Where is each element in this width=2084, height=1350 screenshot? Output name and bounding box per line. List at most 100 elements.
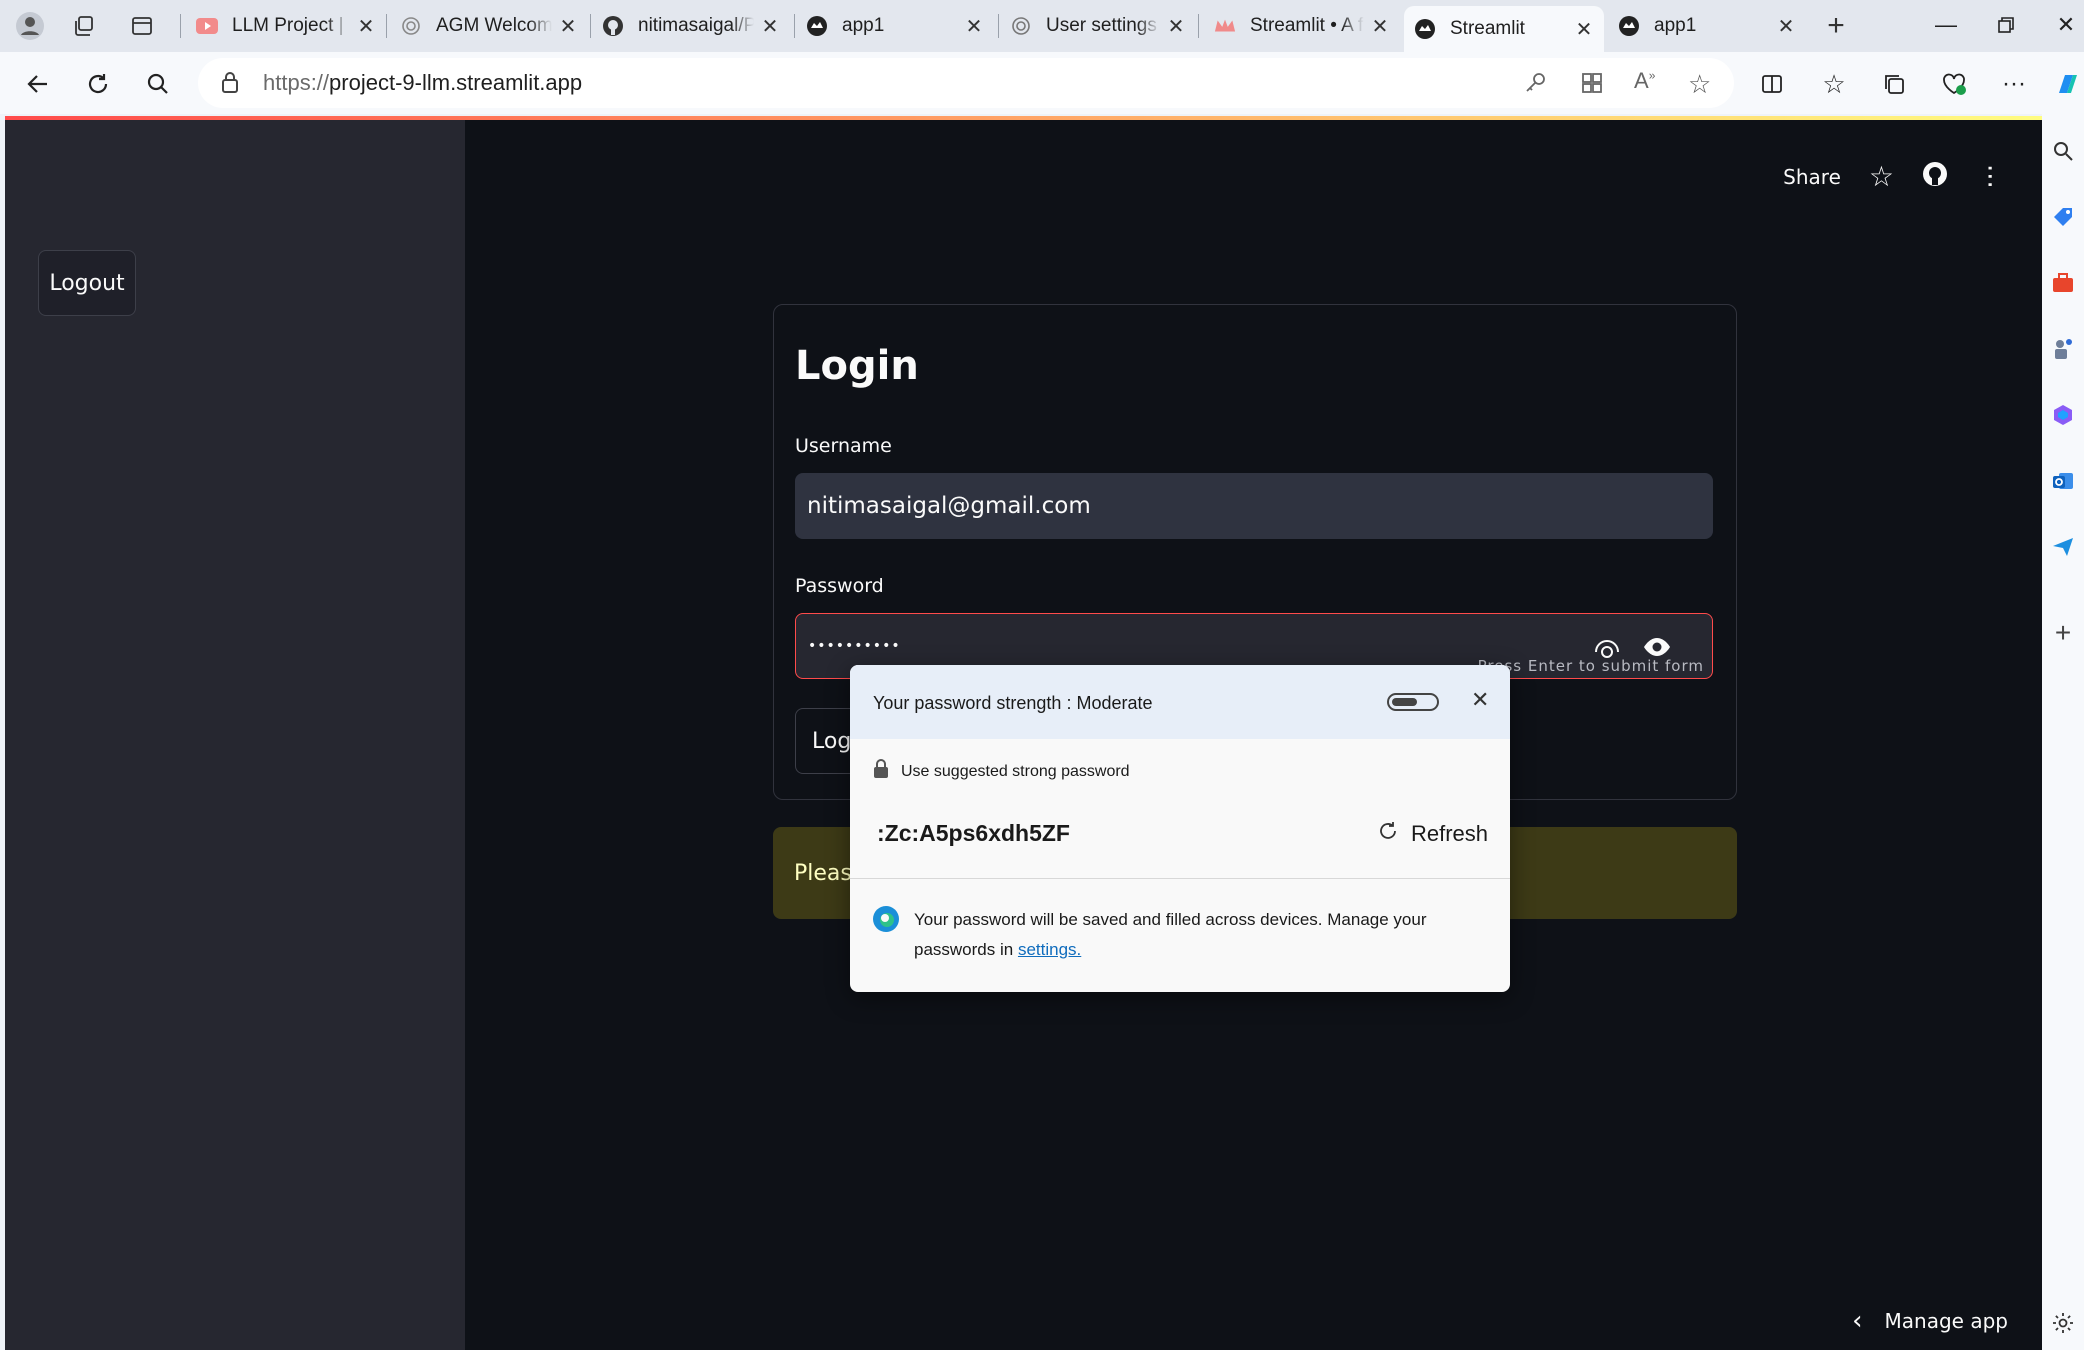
tab-app1-second[interactable]: app1 ✕ xyxy=(1608,6,1806,46)
browser-essentials-icon[interactable] xyxy=(1936,66,1972,102)
strength-meter-fill xyxy=(1392,698,1418,706)
manage-app-label: Manage app xyxy=(1884,1309,2008,1333)
refresh-label: Refresh xyxy=(1410,821,1488,846)
username-label: Username xyxy=(795,435,892,457)
github-icon xyxy=(602,15,624,37)
openai-icon xyxy=(400,15,422,37)
tab-github-repo[interactable]: nitimasaigal/Pro ✕ xyxy=(592,6,790,46)
url-text: https://project-9-llm.streamlit.app xyxy=(263,70,582,96)
tab-title: nitimasaigal/Pro xyxy=(638,15,754,36)
back-icon[interactable] xyxy=(20,66,56,102)
close-tab-icon[interactable]: ✕ xyxy=(1166,14,1186,39)
new-tab-icon[interactable]: + xyxy=(1820,9,1852,42)
shopping-tag-icon[interactable] xyxy=(2050,204,2076,230)
copilot-icon[interactable] xyxy=(2050,66,2084,102)
favorites-icon[interactable]: ☆ xyxy=(1816,66,1852,102)
tab-title: User settings - xyxy=(1046,15,1160,36)
login-title: Login xyxy=(795,343,919,389)
close-tab-icon[interactable]: ✕ xyxy=(760,14,780,39)
search-icon[interactable] xyxy=(2050,138,2076,164)
tab-title: Streamlit xyxy=(1450,18,1525,39)
add-sidebar-app-icon[interactable]: + xyxy=(2050,617,2076,648)
outlook-icon[interactable] xyxy=(2050,468,2076,494)
password-label: Password xyxy=(795,575,884,597)
star-icon[interactable]: ☆ xyxy=(1869,160,1894,193)
tab-title: app1 xyxy=(1654,15,1697,36)
press-enter-hint: Press Enter to submit form xyxy=(1477,657,1704,675)
tab-app1[interactable]: app1 ✕ xyxy=(796,6,994,46)
close-window-icon[interactable]: ✕ xyxy=(2046,8,2084,42)
workspaces-icon[interactable] xyxy=(68,10,100,42)
sidebar-settings-icon[interactable] xyxy=(2050,1310,2076,1336)
tab-title: Streamlit • A fa xyxy=(1250,15,1364,36)
password-strength-meter xyxy=(1387,693,1439,711)
close-tab-icon[interactable]: ✕ xyxy=(1776,14,1796,39)
sync-info-text: Your password will be saved and filled a… xyxy=(914,905,1494,965)
popup-divider xyxy=(850,878,1510,879)
split-screen-icon[interactable] xyxy=(1754,66,1790,102)
streamlit-sidebar: Logout xyxy=(5,120,465,1350)
tab-title: AGM Welcome xyxy=(436,15,552,36)
close-tab-icon[interactable]: ✕ xyxy=(1574,17,1594,42)
profile-icon[interactable] xyxy=(14,10,46,42)
tools-briefcase-icon[interactable] xyxy=(2050,270,2076,296)
popup-header: Your password strength : Moderate ✕ xyxy=(850,665,1510,739)
close-tab-icon[interactable]: ✕ xyxy=(964,14,984,39)
use-suggested-password[interactable]: Use suggested strong password xyxy=(873,759,1130,784)
collections-icon[interactable] xyxy=(1876,66,1912,102)
manage-app-button[interactable]: ‹ Manage app xyxy=(1852,1306,2008,1336)
tab-agm-welcome[interactable]: AGM Welcome ✕ xyxy=(390,6,588,46)
search-icon[interactable] xyxy=(140,66,176,102)
sync-info-message: Your password will be saved and filled a… xyxy=(914,910,1427,959)
address-bar[interactable]: https://project-9-llm.streamlit.app A» ☆ xyxy=(198,58,1734,108)
username-input[interactable]: nitimasaigal@gmail.com xyxy=(795,473,1713,539)
lock-icon[interactable] xyxy=(220,70,240,99)
suggested-password-value[interactable]: :Zc:A5ps6xdh5ZF xyxy=(877,820,1070,847)
openai-icon xyxy=(1010,15,1032,37)
close-tab-icon[interactable]: ✕ xyxy=(558,14,578,39)
close-tab-icon[interactable]: ✕ xyxy=(356,14,376,39)
url-host: project-9-llm.streamlit.app xyxy=(329,70,583,95)
tab-title: app1 xyxy=(842,15,885,36)
youtube-icon xyxy=(196,15,218,37)
close-tab-icon[interactable]: ✕ xyxy=(1370,14,1390,39)
app-header-actions: Share ☆ ··· xyxy=(1783,160,2004,193)
edge-logo-icon xyxy=(872,905,900,933)
tab-llm-project[interactable]: LLM Project | En ✕ xyxy=(186,6,386,46)
apps-icon[interactable] xyxy=(1580,71,1604,100)
refresh-icon[interactable] xyxy=(80,66,116,102)
chevron-left-icon: ‹ xyxy=(1852,1306,1863,1336)
settings-link[interactable]: settings. xyxy=(1018,940,1081,959)
more-options-icon[interactable]: ··· xyxy=(1996,66,2032,102)
browser-tab-strip: LLM Project | En ✕ AGM Welcome ✕ nitimas… xyxy=(0,0,2084,52)
close-popup-icon[interactable]: ✕ xyxy=(1471,687,1489,713)
key-icon[interactable] xyxy=(1524,71,1548,100)
github-icon[interactable] xyxy=(1922,161,1948,192)
favorite-star-icon[interactable]: ☆ xyxy=(1688,69,1711,100)
tab-streamlit-active[interactable]: Streamlit ✕ xyxy=(1404,6,1604,52)
url-protocol: https:// xyxy=(263,70,330,95)
edge-sidebar: + xyxy=(2042,114,2084,1350)
microsoft-365-icon[interactable] xyxy=(2050,402,2076,428)
refresh-password-button[interactable]: Refresh xyxy=(1377,820,1488,848)
streamlit-icon xyxy=(1414,18,1436,40)
logout-button[interactable]: Logout xyxy=(38,250,136,316)
tab-title: LLM Project | En xyxy=(232,15,350,36)
games-chess-icon[interactable] xyxy=(2050,336,2076,362)
password-strength-text: Your password strength : Moderate xyxy=(873,693,1153,713)
use-suggested-password-label: Use suggested strong password xyxy=(901,762,1130,780)
restore-icon[interactable] xyxy=(1986,8,2026,42)
password-value: •••••••••• xyxy=(808,638,901,654)
tab-user-settings[interactable]: User settings - ✕ xyxy=(1000,6,1196,46)
read-aloud-icon[interactable]: A» xyxy=(1634,68,1655,94)
main-menu-icon[interactable]: ··· xyxy=(1974,164,2004,189)
streamlit-crown-icon xyxy=(1214,15,1236,37)
lock-icon xyxy=(873,759,889,784)
send-icon[interactable] xyxy=(2050,534,2076,560)
tab-actions-icon[interactable] xyxy=(126,10,158,42)
tab-streamlit-site[interactable]: Streamlit • A fa ✕ xyxy=(1204,6,1400,46)
browser-toolbar: https://project-9-llm.streamlit.app A» ☆… xyxy=(0,52,2084,114)
minimize-icon[interactable]: — xyxy=(1926,8,1966,42)
streamlit-icon xyxy=(1618,15,1640,37)
share-button[interactable]: Share xyxy=(1783,165,1841,189)
